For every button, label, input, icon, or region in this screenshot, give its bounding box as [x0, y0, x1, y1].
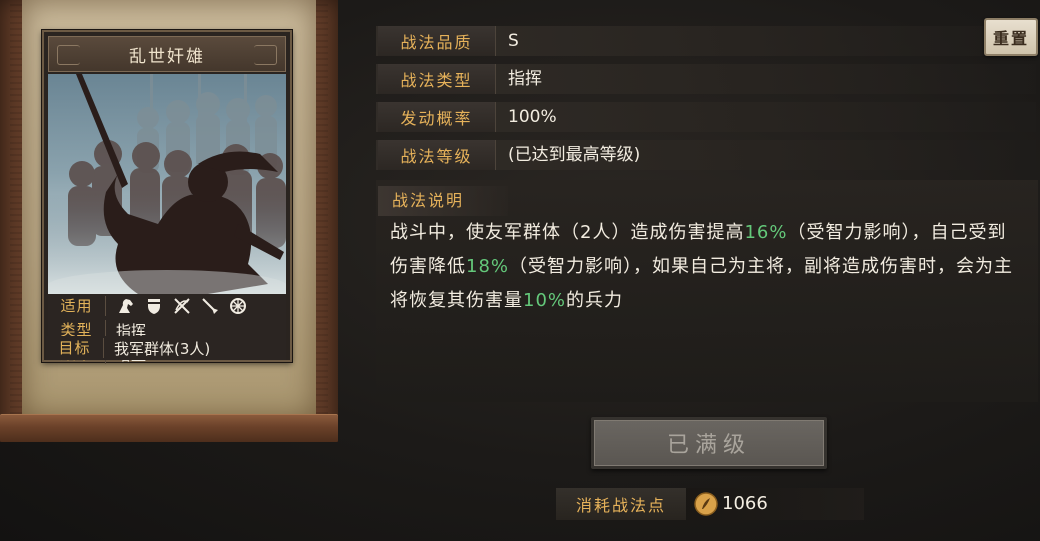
cost-label: 消耗战法点	[556, 488, 686, 520]
row-quality-value: S	[508, 31, 519, 51]
shield-icon	[144, 296, 164, 316]
description-title: 战法说明	[378, 186, 508, 216]
tactic-illustration	[48, 74, 286, 294]
warrior-silhouette-art	[48, 74, 286, 294]
cavalry-icon	[116, 296, 136, 316]
troop-type-icons	[106, 296, 248, 316]
reset-button[interactable]: 重置	[984, 18, 1038, 56]
bow-icon	[172, 296, 192, 316]
row-chance-value: 100%	[508, 107, 557, 127]
tactic-card: 乱世奸雄 适用 类型 指挥	[42, 30, 292, 364]
row-level-value: (已达到最高等级)	[508, 145, 641, 165]
stat-row-applicable: 适用	[48, 294, 286, 318]
row-type-label: 战法类型	[378, 64, 496, 94]
row-type-value: 指挥	[508, 69, 542, 89]
row-level-label: 战法等级	[378, 140, 496, 170]
stat-key-applicable: 适用	[48, 296, 106, 316]
description-text: 战斗中，使友军群体（2人）造成伤害提高16%（受智力影响），自己受到伤害降低18…	[390, 216, 1015, 318]
description-highlight: 16%	[744, 222, 788, 243]
tactic-card-title: 乱世奸雄	[48, 36, 286, 72]
row-chance-label: 发动概率	[378, 102, 496, 132]
row-quality-label: 战法品质	[378, 26, 496, 56]
scroll-rod	[0, 414, 338, 442]
spear-icon	[200, 296, 220, 316]
cost-value: 1066	[722, 493, 768, 514]
stat-row-target: 目标 我军群体(3人)	[46, 336, 284, 360]
tactic-point-icon	[694, 492, 718, 516]
stat-value-target: 我军群体(3人)	[114, 339, 211, 358]
description-segment: 的兵力	[566, 290, 624, 311]
description-highlight: 18%	[466, 256, 510, 277]
max-level-button[interactable]: 已满级	[591, 417, 827, 469]
chariot-icon	[228, 296, 248, 316]
description-segment: 战斗中，使友军群体（2人）造成伤害提高	[390, 222, 745, 243]
stat-key-target: 目标	[46, 338, 104, 358]
description-highlight: 10%	[523, 290, 567, 311]
